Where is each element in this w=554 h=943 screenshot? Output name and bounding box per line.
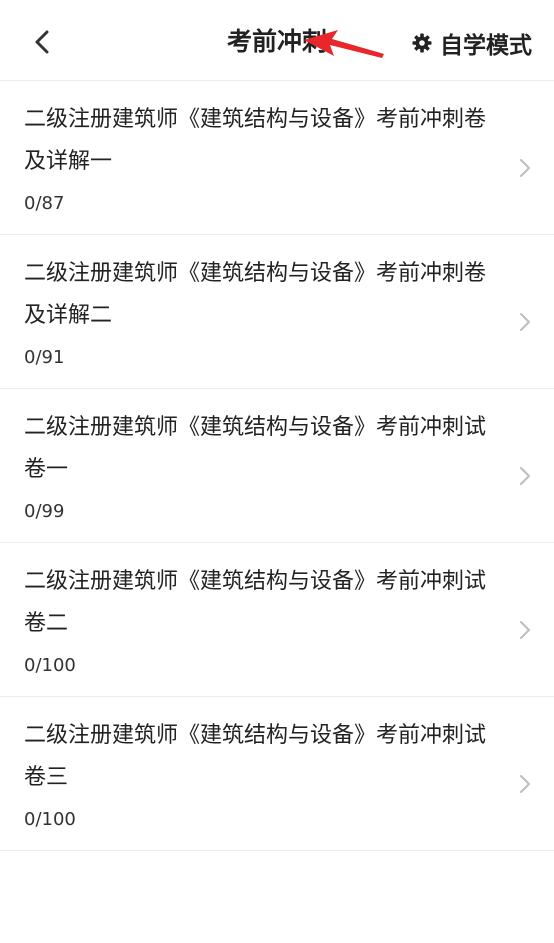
item-title: 二级注册建筑师《建筑结构与设备》考前冲刺试卷三 <box>24 723 487 790</box>
chevron-right-icon <box>520 467 530 485</box>
list-item[interactable]: 二级注册建筑师《建筑结构与设备》考前冲刺试卷二 0/100 <box>0 543 554 697</box>
chevron-right-icon <box>520 313 530 331</box>
item-title: 二级注册建筑师《建筑结构与设备》考前冲刺试卷一 <box>24 415 487 482</box>
item-progress-count: 0/100 <box>24 655 76 676</box>
chevron-right-icon <box>520 621 530 639</box>
item-progress-count: 0/87 <box>24 193 65 214</box>
chevron-right-icon <box>520 159 530 177</box>
back-chevron-icon <box>35 30 49 54</box>
list-item[interactable]: 二级注册建筑师《建筑结构与设备》考前冲刺试卷一 0/99 <box>0 389 554 543</box>
gear-icon <box>412 33 432 53</box>
list-item[interactable]: 二级注册建筑师《建筑结构与设备》考前冲刺卷及详解二 0/91 <box>0 235 554 389</box>
item-title: 二级注册建筑师《建筑结构与设备》考前冲刺试卷二 <box>24 569 487 636</box>
back-button[interactable] <box>22 22 62 62</box>
self-study-mode-button[interactable]: 自学模式 <box>412 24 532 62</box>
chevron-right-icon <box>520 775 530 793</box>
list-item[interactable]: 二级注册建筑师《建筑结构与设备》考前冲刺卷及详解一 0/87 <box>0 81 554 235</box>
item-title: 二级注册建筑师《建筑结构与设备》考前冲刺卷及详解二 <box>24 261 487 328</box>
item-title: 二级注册建筑师《建筑结构与设备》考前冲刺卷及详解一 <box>24 107 487 174</box>
self-study-mode-label: 自学模式 <box>440 33 532 59</box>
item-progress-count: 0/91 <box>24 347 65 368</box>
red-arrow-annotation <box>304 30 384 58</box>
item-progress-count: 0/99 <box>24 501 65 522</box>
exam-list: 二级注册建筑师《建筑结构与设备》考前冲刺卷及详解一 0/87 二级注册建筑师《建… <box>0 81 554 851</box>
list-item[interactable]: 二级注册建筑师《建筑结构与设备》考前冲刺试卷三 0/100 <box>0 697 554 851</box>
item-progress-count: 0/100 <box>24 809 76 830</box>
top-bar: 考前冲刺 自学模式 <box>0 0 554 81</box>
